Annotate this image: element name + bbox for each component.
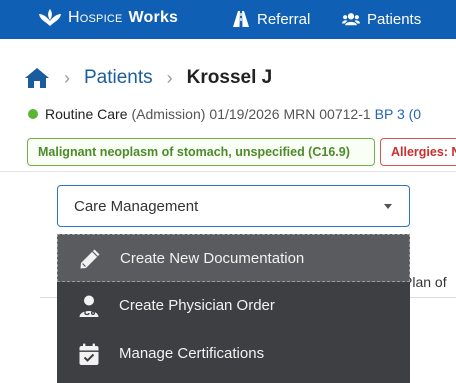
menu-item-label: Manage Certifications bbox=[119, 345, 265, 362]
select-value: Care Management bbox=[74, 197, 199, 215]
menu-item-manage-certifications[interactable]: Manage Certifications bbox=[57, 330, 410, 378]
home-icon[interactable] bbox=[24, 67, 50, 89]
brand-logo[interactable]: Hospice Works bbox=[38, 7, 178, 29]
care-management-menu: Create New Documentation Create Physicia… bbox=[57, 234, 410, 383]
brand-name-part1: Hospice bbox=[68, 9, 123, 26]
breadcrumb-current-patient: Krossel J bbox=[186, 67, 273, 88]
nav-patients[interactable]: Patients bbox=[342, 8, 421, 30]
patient-info-line: Routine Care (Admission) 01/19/2026 MRN … bbox=[28, 104, 421, 124]
patient-mrn: MRN 00712-1 bbox=[283, 106, 371, 122]
breadcrumb-patients-link[interactable]: Patients bbox=[84, 67, 153, 89]
brand-name-part2: Works bbox=[128, 9, 179, 26]
admission-date: 01/19/2026 bbox=[209, 106, 280, 122]
menu-item-label: Create New Documentation bbox=[120, 250, 305, 267]
nav-referral[interactable]: Referral bbox=[232, 8, 310, 30]
status-dot-icon bbox=[28, 109, 38, 119]
care-type: Routine Care bbox=[45, 106, 128, 122]
menu-item-label: Create Physician Order bbox=[119, 297, 275, 314]
chevron-right-icon: › bbox=[64, 67, 70, 88]
care-management-select[interactable]: Care Management bbox=[57, 185, 410, 227]
tab-underline bbox=[403, 297, 456, 298]
caret-down-icon bbox=[384, 204, 392, 209]
hospice-logo-icon bbox=[39, 9, 61, 26]
top-navbar: Hospice Works Referral Patients bbox=[0, 0, 456, 39]
users-icon bbox=[342, 13, 360, 26]
menu-item-create-documentation[interactable]: Create New Documentation bbox=[57, 234, 410, 282]
diagnosis-badge: Malignant neoplasm of stomach, unspecifi… bbox=[27, 138, 375, 166]
pencil-icon bbox=[80, 249, 100, 269]
breadcrumb: › Patients › Krossel J bbox=[24, 64, 272, 92]
nav-patients-label: Patients bbox=[367, 10, 422, 28]
physician-icon bbox=[79, 295, 99, 317]
menu-item-create-physician-order[interactable]: Create Physician Order bbox=[57, 282, 410, 330]
chevron-right-icon: › bbox=[166, 67, 173, 88]
nav-referral-label: Referral bbox=[257, 10, 311, 28]
road-icon bbox=[233, 11, 249, 27]
bp-link[interactable]: BP 3 (0 bbox=[375, 106, 421, 122]
divider bbox=[0, 171, 456, 172]
tab-underline-left bbox=[40, 297, 58, 298]
calendar-check-icon bbox=[79, 343, 99, 365]
admission-status: (Admission) bbox=[131, 106, 206, 122]
allergies-badge[interactable]: Allergies: N bbox=[380, 138, 456, 166]
